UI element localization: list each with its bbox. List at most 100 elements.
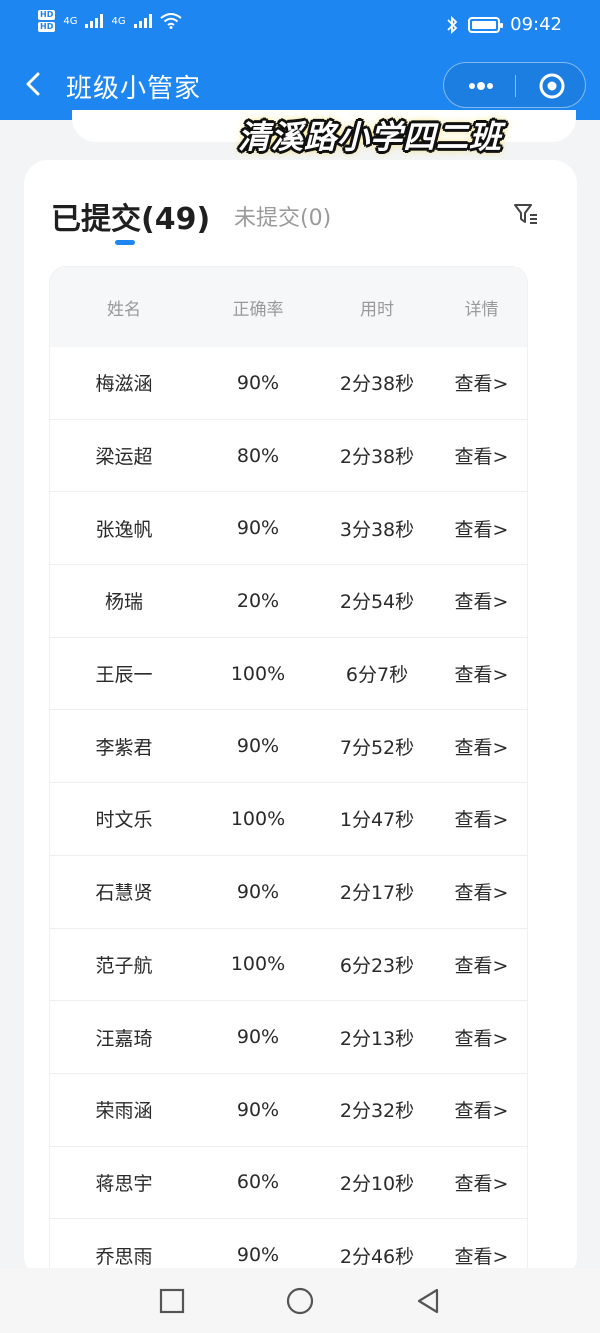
view-detail-link[interactable]: 查看> xyxy=(436,1024,527,1051)
table-row: 时文乐 100% 1分47秒 查看> xyxy=(50,783,527,856)
time-value: 7分52秒 xyxy=(339,736,415,759)
table-row: 石慧贤 90% 2分17秒 查看> xyxy=(50,856,527,929)
view-detail-link[interactable]: 查看> xyxy=(436,951,527,978)
tab-submitted[interactable]: 已提交(49) xyxy=(51,194,210,238)
nav-row: 班级小管家 xyxy=(0,58,600,114)
status-left: HD HD 4G 4G xyxy=(38,10,182,32)
mini-program-capsule xyxy=(443,62,586,108)
time-value: 2分13秒 xyxy=(339,1027,415,1050)
accuracy-value: 80% xyxy=(236,444,280,467)
bluetooth-icon xyxy=(447,15,458,34)
time-value: 3分38秒 xyxy=(339,518,415,541)
more-dots-icon[interactable] xyxy=(466,71,496,101)
network-label-1: 4G xyxy=(63,15,78,27)
hd-badge-1: HD xyxy=(38,10,56,20)
view-detail-link[interactable]: 查看> xyxy=(436,369,527,396)
hd-badge-2: HD xyxy=(38,22,56,32)
battery-icon xyxy=(468,16,504,33)
view-detail-link[interactable]: 查看> xyxy=(436,442,527,469)
table-row: 李紫君 90% 7分52秒 查看> xyxy=(50,710,527,784)
student-name: 乔思雨 xyxy=(95,1245,153,1268)
header-name: 姓名 xyxy=(107,299,141,320)
time-value: 2分46秒 xyxy=(339,1245,415,1268)
table-row: 蒋思宇 60% 2分10秒 查看> xyxy=(50,1147,527,1220)
accuracy-value: 90% xyxy=(236,1098,280,1121)
accuracy-value: 90% xyxy=(236,735,280,758)
student-name: 石慧贤 xyxy=(95,882,153,905)
header-time: 用时 xyxy=(360,299,394,320)
accuracy-value: 100% xyxy=(230,953,286,976)
submission-card: 已提交(49) 未提交(0) 姓名 正确率 用时 详情 梅滋涵 90% 2分38… xyxy=(24,160,577,1280)
accuracy-value: 100% xyxy=(230,807,286,830)
network-label-2: 4G xyxy=(111,15,126,27)
status-right: 09:42 xyxy=(446,14,562,35)
wifi-icon xyxy=(159,13,182,29)
student-name: 王辰一 xyxy=(95,664,153,687)
view-detail-link[interactable]: 查看> xyxy=(436,1242,527,1269)
time-value: 1分47秒 xyxy=(339,809,415,832)
back-arrow-icon[interactable] xyxy=(18,68,50,100)
view-detail-link[interactable]: 查看> xyxy=(436,733,527,760)
time-value: 2分38秒 xyxy=(339,373,415,396)
student-name: 时文乐 xyxy=(95,809,153,832)
accuracy-value: 100% xyxy=(230,662,286,685)
student-name: 蒋思宇 xyxy=(95,1172,153,1195)
view-detail-link[interactable]: 查看> xyxy=(436,878,527,905)
top-bar: HD HD 4G 4G 09:42 班级小管家 xyxy=(0,0,600,120)
table-row: 范子航 100% 6分23秒 查看> xyxy=(50,929,527,1002)
table-row: 荣雨涵 90% 2分32秒 查看> xyxy=(50,1074,527,1147)
time-value: 2分17秒 xyxy=(339,882,415,905)
accuracy-value: 20% xyxy=(236,589,280,612)
accuracy-value: 90% xyxy=(236,371,280,394)
target-icon[interactable] xyxy=(538,72,566,100)
view-detail-link[interactable]: 查看> xyxy=(436,805,527,832)
student-name: 张逸帆 xyxy=(95,518,153,541)
page-title: 班级小管家 xyxy=(66,74,202,104)
student-name: 荣雨涵 xyxy=(95,1100,153,1123)
time-value: 2分38秒 xyxy=(339,446,415,469)
time-value: 6分7秒 xyxy=(345,664,409,687)
student-name: 范子航 xyxy=(95,954,153,977)
system-nav-bar xyxy=(0,1268,600,1333)
status-bar: HD HD 4G 4G 09:42 xyxy=(0,0,600,52)
status-time: 09:42 xyxy=(510,14,562,35)
view-detail-link[interactable]: 查看> xyxy=(436,515,527,542)
recent-apps-square-icon[interactable] xyxy=(157,1286,187,1316)
view-detail-link[interactable]: 查看> xyxy=(436,1096,527,1123)
home-circle-icon[interactable] xyxy=(285,1286,315,1316)
table-row: 张逸帆 90% 3分38秒 查看> xyxy=(50,492,527,566)
accuracy-value: 90% xyxy=(236,880,280,903)
accuracy-value: 90% xyxy=(236,1026,280,1049)
header-accuracy: 正确率 xyxy=(232,299,284,320)
time-value: 2分54秒 xyxy=(339,591,415,614)
time-value: 2分10秒 xyxy=(339,1172,415,1195)
table-row: 汪嘉琦 90% 2分13秒 查看> xyxy=(50,1001,527,1074)
time-value: 6分23秒 xyxy=(339,954,415,977)
tab-not-submitted[interactable]: 未提交(0) xyxy=(234,200,331,232)
accuracy-value: 90% xyxy=(236,517,280,540)
table-row: 王辰一 100% 6分7秒 查看> xyxy=(50,638,527,711)
student-name: 梅滋涵 xyxy=(95,373,153,396)
table-header: 姓名 正确率 用时 详情 xyxy=(50,267,527,347)
student-name: 杨瑞 xyxy=(104,591,143,614)
student-name: 汪嘉琦 xyxy=(95,1027,153,1050)
filter-icon[interactable] xyxy=(512,200,540,228)
signal-icon xyxy=(133,14,152,28)
view-detail-link[interactable]: 查看> xyxy=(436,660,527,687)
capsule-divider xyxy=(515,75,516,97)
table-row: 梁运超 80% 2分38秒 查看> xyxy=(50,420,527,493)
signal-icon xyxy=(85,14,104,28)
accuracy-value: 90% xyxy=(236,1244,280,1267)
view-detail-link[interactable]: 查看> xyxy=(436,1169,527,1196)
student-name: 梁运超 xyxy=(95,446,153,469)
hd-badges: HD HD xyxy=(38,10,56,32)
overlay-caption: 清溪路小学四二班 xyxy=(238,118,503,156)
back-triangle-icon[interactable] xyxy=(413,1286,443,1316)
results-table: 姓名 正确率 用时 详情 梅滋涵 90% 2分38秒 查看> 梁运超 80% 2… xyxy=(50,267,527,1280)
table-row: 杨瑞 20% 2分54秒 查看> xyxy=(50,565,527,638)
accuracy-value: 60% xyxy=(236,1171,280,1194)
view-detail-link[interactable]: 查看> xyxy=(436,587,527,614)
student-name: 李紫君 xyxy=(95,736,153,759)
table-row: 梅滋涵 90% 2分38秒 查看> xyxy=(50,347,527,420)
time-value: 2分32秒 xyxy=(339,1100,415,1123)
